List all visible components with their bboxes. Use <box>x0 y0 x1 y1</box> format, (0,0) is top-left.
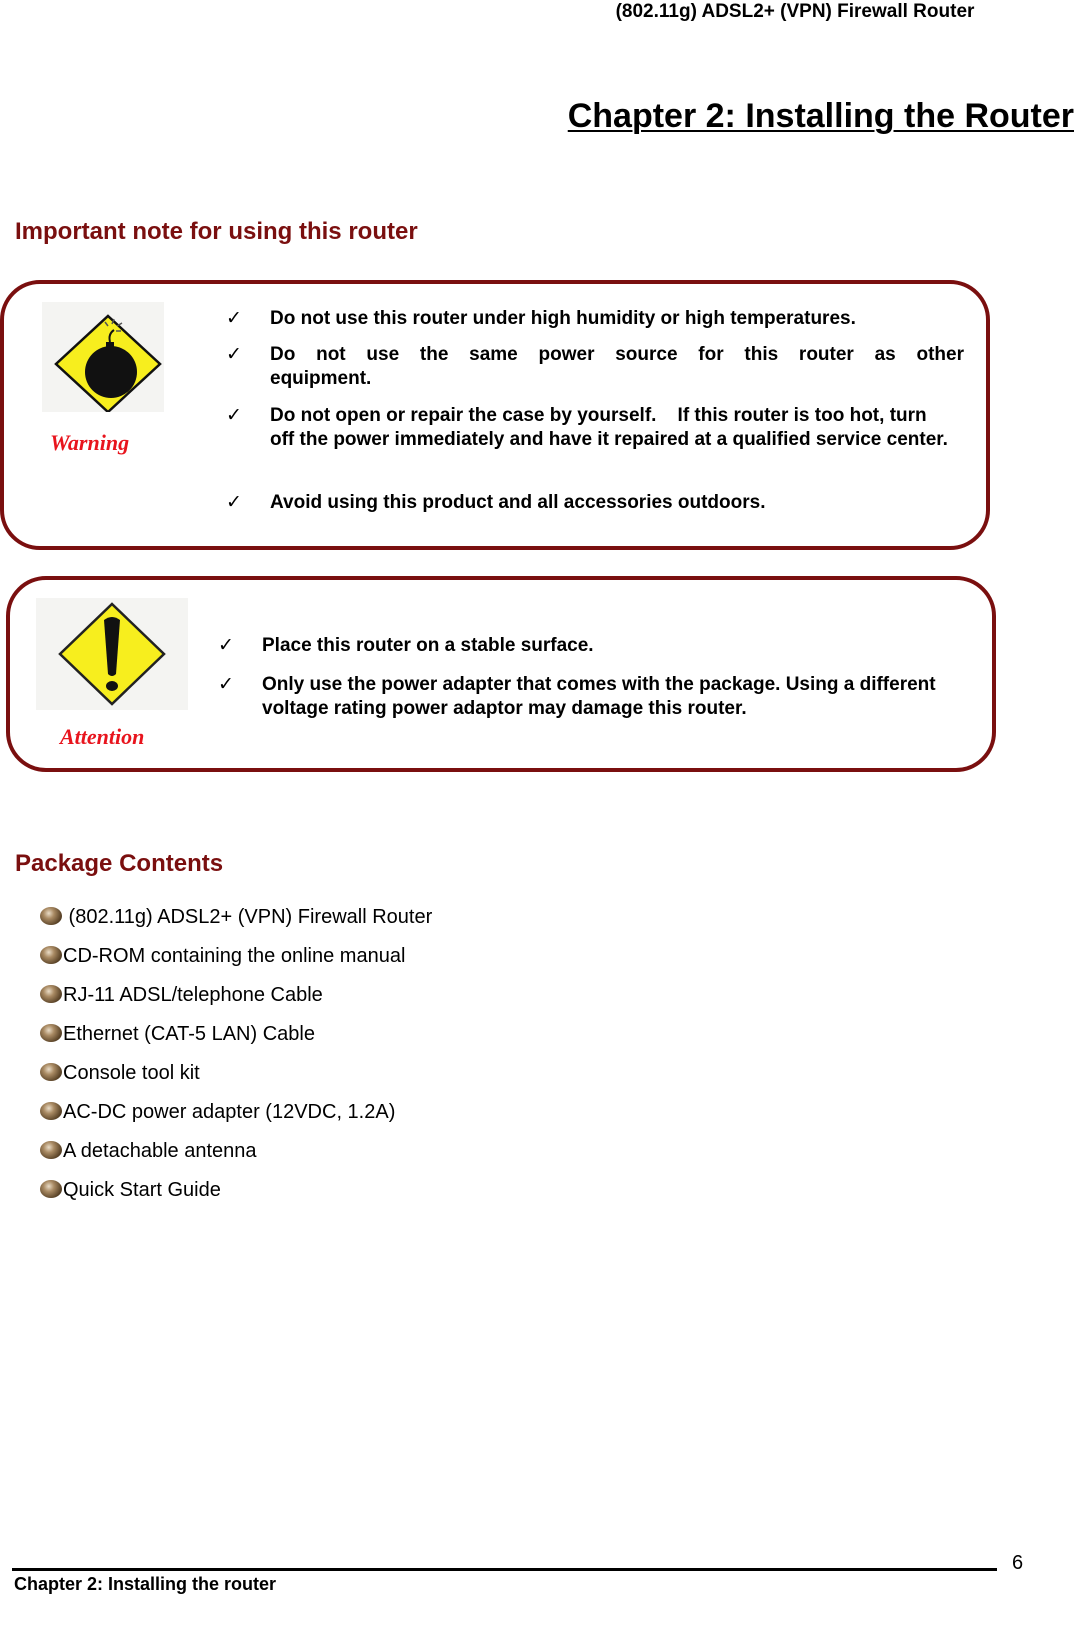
check-icon: ✓ <box>226 405 242 426</box>
package-item-label: (802.11g) ADSL2+ (VPN) Firewall Router <box>63 906 433 928</box>
check-icon: ✓ <box>226 492 242 513</box>
package-contents-heading: Package Contents <box>15 850 224 877</box>
package-item-label: AC-DC power adapter (12VDC, 1.2A) <box>63 1101 396 1123</box>
bullet-icon <box>40 1102 62 1120</box>
check-icon: ✓ <box>218 674 234 695</box>
warning-item: Do not use the same power source for thi… <box>270 344 964 389</box>
warning-item: Do not open or repair the case by yourse… <box>270 405 948 450</box>
bullet-icon <box>40 1180 62 1198</box>
check-icon: ✓ <box>226 344 242 365</box>
package-item-label: A detachable antenna <box>63 1140 257 1162</box>
bullet-icon <box>40 1024 62 1042</box>
package-item-label: Ethernet (CAT-5 LAN) Cable <box>63 1023 315 1045</box>
attention-item: Place this router on a stable surface. <box>262 635 594 656</box>
bullet-icon <box>40 1141 62 1159</box>
check-icon: ✓ <box>218 635 234 656</box>
check-icon: ✓ <box>226 308 242 329</box>
important-note-heading: Important note for using this router <box>15 218 418 245</box>
footer-divider <box>12 1568 997 1571</box>
attention-caption: Attention <box>60 724 145 749</box>
warning-item: Do not use this router under high humidi… <box>270 308 856 329</box>
exclamation-attention-icon <box>36 598 188 715</box>
package-item-label: CD-ROM containing the online manual <box>63 945 406 967</box>
bomb-warning-icon <box>42 302 164 417</box>
package-item-label: Console tool kit <box>63 1062 200 1084</box>
bullet-icon <box>40 1063 62 1081</box>
package-item-label: Quick Start Guide <box>63 1179 221 1201</box>
bullet-icon <box>40 946 62 964</box>
package-item-label: RJ-11 ADSL/telephone Cable <box>63 984 323 1006</box>
chapter-title: Chapter 2: Installing the Router <box>567 97 1074 135</box>
bullet-icon <box>40 907 62 925</box>
bullet-icon <box>40 985 62 1003</box>
attention-item: Only use the power adapter that comes wi… <box>262 674 936 719</box>
attention-box: Attention ✓ Place this router on a stabl… <box>6 576 996 772</box>
page-number: 6 <box>1012 1552 1024 1574</box>
warning-box: Warning ✓ Do not use this router under h… <box>0 280 990 550</box>
warning-item: Avoid using this product and all accesso… <box>270 492 766 513</box>
running-header: (802.11g) ADSL2+ (VPN) Firewall Router <box>615 1 975 22</box>
footer-chapter-label: Chapter 2: Installing the router <box>14 1574 277 1594</box>
warning-caption: Warning <box>50 430 130 455</box>
